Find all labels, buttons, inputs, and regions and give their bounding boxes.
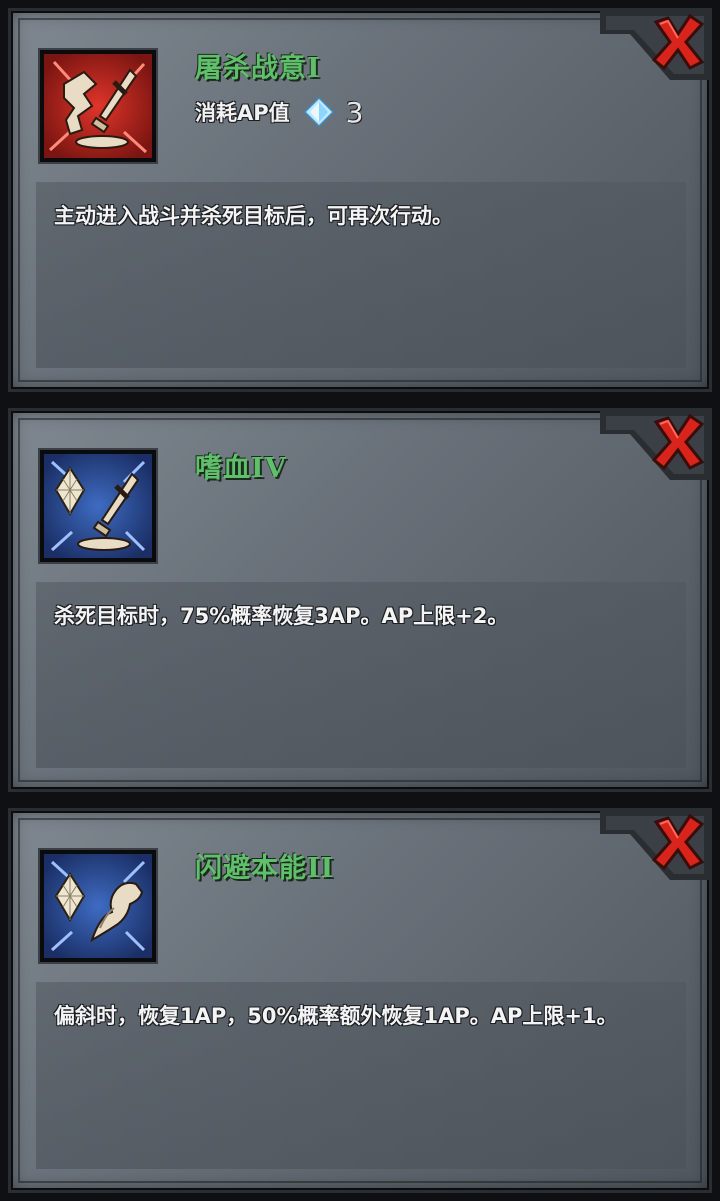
close-x-icon[interactable] [648, 812, 708, 872]
crystal-dodge-icon [44, 854, 152, 958]
diamond-gem-icon [303, 97, 334, 127]
skill-card-3: 闪避本能II 偏斜时，恢复1AP，50%概率额外恢复1AP。AP上限+1。 [0, 800, 720, 1201]
crystal-sword-icon [44, 454, 152, 558]
skill-name: 闪避本能II [195, 853, 335, 884]
ap-cost-value: 3 [345, 95, 364, 129]
skill-icon [40, 50, 156, 162]
slash-broken-sword-icon [44, 54, 152, 158]
close-x-icon[interactable] [648, 412, 708, 472]
skill-icon [40, 850, 156, 962]
ap-cost-row: 消耗AP值 3 [195, 94, 363, 130]
skill-icon [40, 450, 156, 562]
skill-description: 偏斜时，恢复1AP，50%概率额外恢复1AP。AP上限+1。 [54, 1004, 618, 1028]
skill-description: 杀死目标时，75%概率恢复3AP。AP上限+2。 [54, 604, 509, 628]
skill-name: 屠杀战意I [195, 53, 321, 84]
skill-name: 嗜血IV [195, 453, 287, 484]
ap-cost-label: 消耗AP值 [195, 101, 290, 125]
skill-card-1: 屠杀战意I 消耗AP值 3 主动进入战斗并杀死目标后，可再次行动。 [0, 0, 720, 400]
skill-description: 主动进入战斗并杀死目标后，可再次行动。 [54, 204, 453, 228]
close-x-icon[interactable] [648, 12, 708, 72]
skill-card-2: 嗜血IV 杀死目标时，75%概率恢复3AP。AP上限+2。 [0, 400, 720, 800]
